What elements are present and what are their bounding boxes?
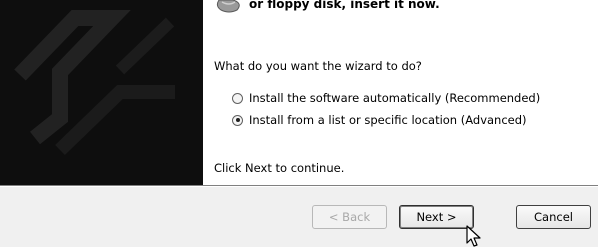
radio-button-unchecked[interactable] (232, 92, 243, 104)
option-label[interactable]: Install from a list or specific location… (249, 113, 527, 127)
cd-disk-icon (216, 0, 240, 13)
wizard-content-panel: or floppy disk, insert it now. What do y… (203, 0, 598, 185)
banner-decoration-icon (14, 9, 175, 156)
option-install-from-list[interactable]: Install from a list or specific location… (232, 113, 527, 127)
instruction-text: or floppy disk, insert it now. (249, 0, 440, 11)
wizard-banner-graphic (0, 0, 203, 185)
radio-button-checked[interactable] (232, 114, 243, 126)
button-bar-separator (0, 185, 598, 187)
option-label[interactable]: Install the software automatically (Reco… (249, 91, 540, 105)
question-label: What do you want the wizard to do? (214, 59, 422, 73)
footer-hint: Click Next to continue. (214, 161, 345, 175)
instruction-line: or floppy disk, insert it now. (213, 0, 440, 14)
mouse-pointer-icon (466, 225, 481, 247)
back-button[interactable]: < Back (312, 205, 387, 229)
next-button[interactable]: Next > (399, 205, 474, 229)
cancel-button[interactable]: Cancel (516, 205, 591, 229)
option-install-automatically[interactable]: Install the software automatically (Reco… (232, 91, 540, 105)
